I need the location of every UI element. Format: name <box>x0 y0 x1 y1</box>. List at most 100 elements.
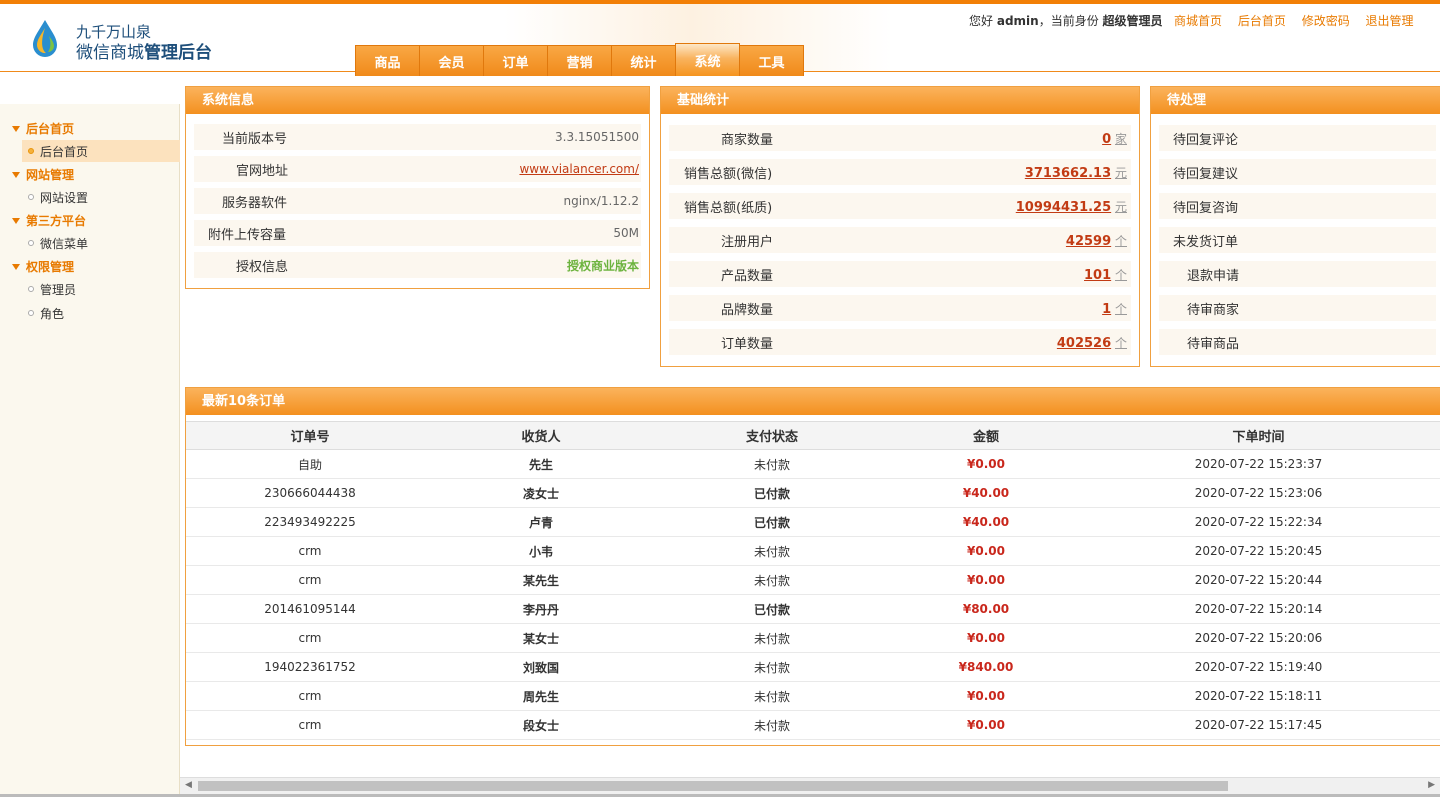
receiver-cell: 某女士 <box>434 623 648 653</box>
basic-stats-panel: 基础统计 商家数量 0 家 销售总额(微信) 3713662.13 元 销售总额… <box>660 86 1140 367</box>
order-time-cell: 2020-07-22 15:20:06 <box>1076 623 1440 653</box>
top-links: 商城首页 后台首页 修改密码 退出管理 <box>1174 12 1426 29</box>
order-time-cell: 2020-07-22 15:20:45 <box>1076 536 1440 566</box>
tab-orders[interactable]: 订单 <box>483 45 548 76</box>
receiver-cell: 凌女士 <box>434 478 648 508</box>
pay-status-cell: 未付款 <box>648 652 896 682</box>
scroll-right-icon[interactable]: ▶ <box>1428 780 1435 790</box>
amount-cell: ¥0.00 <box>896 681 1076 711</box>
stat-value[interactable]: 402526 个 <box>1057 334 1127 351</box>
header: 九千万山泉 微信商城管理后台 您好 admin，当前身份 超级管理员 商城首页 … <box>0 4 1440 76</box>
stat-value[interactable]: 0 家 <box>1102 130 1127 147</box>
tab-statistics[interactable]: 统计 <box>611 45 676 76</box>
tab-tools[interactable]: 工具 <box>739 45 804 76</box>
pending-row[interactable]: 待回复咨询 <box>1159 193 1436 219</box>
tab-products[interactable]: 商品 <box>355 45 420 76</box>
stat-row: 产品数量 101 个 <box>669 261 1131 287</box>
circle-bullet-icon <box>28 310 34 316</box>
sidebar-item-site-settings[interactable]: 网站设置 <box>22 186 180 208</box>
link-change-password[interactable]: 修改密码 <box>1302 14 1350 28</box>
stat-row: 订单数量 402526 个 <box>669 329 1131 355</box>
sidebar: 后台首页 后台首页 网站管理 网站设置 第三方平台 微信菜单 权限管理 管理员 … <box>0 104 180 797</box>
amount-cell: ¥0.00 <box>896 623 1076 653</box>
stat-value[interactable]: 1 个 <box>1102 300 1127 317</box>
link-store-home[interactable]: 商城首页 <box>1174 14 1222 28</box>
table-row: 230666044438 凌女士 已付款 ¥40.00 2020-07-22 15:23… <box>186 478 1440 508</box>
order-id-cell: crm <box>186 565 434 595</box>
pending-panel: 待处理 待回复评论 待回复建议 待回复咨询 未发货订单 退款申请 待审商家 待审… <box>1150 86 1440 367</box>
stat-value[interactable]: 101 个 <box>1084 266 1127 283</box>
sidebar-group-dashboard[interactable]: 后台首页 <box>12 120 74 137</box>
stat-row: 商家数量 0 家 <box>669 125 1131 151</box>
stat-value[interactable]: 10994431.25 元 <box>1016 198 1127 215</box>
pending-row[interactable]: 待审商品 <box>1159 329 1436 355</box>
stat-row: 品牌数量 1 个 <box>669 295 1131 321</box>
receiver-cell: 先生 <box>434 449 648 479</box>
order-time-cell: 2020-07-22 15:23:37 <box>1076 449 1440 479</box>
table-header-row: 订单号 收货人 支付状态 金额 下单时间 <box>186 421 1440 450</box>
panel-title: 基础统计 <box>661 87 1139 114</box>
circle-bullet-icon <box>28 240 34 246</box>
table-row: 自助 先生 未付款 ¥0.00 2020-07-22 15:23:37 <box>186 449 1440 479</box>
table-row: 201461095144 李丹丹 已付款 ¥80.00 2020-07-22 15:20… <box>186 594 1440 624</box>
sidebar-item-admins[interactable]: 管理员 <box>22 278 180 300</box>
order-id-cell: crm <box>186 623 434 653</box>
receiver-cell: 周先生 <box>434 681 648 711</box>
col-amount: 金额 <box>896 421 1076 450</box>
pending-row[interactable]: 退款申请 <box>1159 261 1436 287</box>
official-site-link[interactable]: www.vialancer.com/ <box>519 162 639 176</box>
tab-marketing[interactable]: 营销 <box>547 45 612 76</box>
receiver-cell: 李丹丹 <box>434 594 648 624</box>
link-admin-home[interactable]: 后台首页 <box>1238 14 1286 28</box>
table-row: crm 小韦 未付款 ¥0.00 2020-07-22 15:20:45 <box>186 536 1440 566</box>
triangle-down-icon <box>12 263 20 270</box>
order-time-cell: 2020-07-22 15:23:06 <box>1076 478 1440 508</box>
col-pay-status: 支付状态 <box>648 421 896 450</box>
info-row: 当前版本号 3.3.15051500 <box>194 124 641 150</box>
pay-status-cell: 已付款 <box>648 478 896 508</box>
order-id-cell: 230666044438 <box>186 478 434 508</box>
pending-row[interactable]: 待回复建议 <box>1159 159 1436 185</box>
scroll-left-icon[interactable]: ◀ <box>185 780 192 790</box>
tab-members[interactable]: 会员 <box>419 45 484 76</box>
pending-row[interactable]: 未发货订单 <box>1159 227 1436 253</box>
col-receiver: 收货人 <box>434 421 648 450</box>
stat-value[interactable]: 3713662.13 元 <box>1025 164 1127 181</box>
sidebar-item-wechat-menu[interactable]: 微信菜单 <box>22 232 180 254</box>
orders-table: 订单号 收货人 支付状态 金额 下单时间 自助 先生 未付款 ¥0.00 2020-07… <box>186 421 1440 740</box>
sidebar-item-roles[interactable]: 角色 <box>22 302 180 324</box>
sidebar-group-site[interactable]: 网站管理 <box>12 166 74 183</box>
pending-row[interactable]: 待审商家 <box>1159 295 1436 321</box>
order-time-cell: 2020-07-22 15:20:14 <box>1076 594 1440 624</box>
pending-row[interactable]: 待回复评论 <box>1159 125 1436 151</box>
order-time-cell: 2020-07-22 15:17:45 <box>1076 710 1440 740</box>
amount-cell: ¥80.00 <box>896 594 1076 624</box>
scrollbar-thumb[interactable] <box>198 781 1228 791</box>
pay-status-cell: 未付款 <box>648 681 896 711</box>
pay-status-cell: 未付款 <box>648 536 896 566</box>
tab-system[interactable]: 系统 <box>675 43 740 76</box>
triangle-down-icon <box>12 171 20 178</box>
order-time-cell: 2020-07-22 15:22:34 <box>1076 507 1440 537</box>
stat-value[interactable]: 42599 个 <box>1066 232 1127 249</box>
horizontal-scrollbar[interactable]: ◀ ▶ <box>180 777 1440 794</box>
sidebar-group-permissions[interactable]: 权限管理 <box>12 258 74 275</box>
link-logout[interactable]: 退出管理 <box>1366 14 1414 28</box>
pay-status-cell: 已付款 <box>648 507 896 537</box>
orders-body: 自助 先生 未付款 ¥0.00 2020-07-22 15:23:37 230666044… <box>186 449 1440 740</box>
table-row: crm 周先生 未付款 ¥0.00 2020-07-22 15:18:11 <box>186 681 1440 711</box>
order-id-cell: crm <box>186 681 434 711</box>
amount-cell: ¥40.00 <box>896 478 1076 508</box>
sidebar-group-third-party[interactable]: 第三方平台 <box>12 212 86 229</box>
order-time-cell: 2020-07-22 15:20:44 <box>1076 565 1440 595</box>
order-id-cell: 223493492225 <box>186 507 434 537</box>
info-row: 授权信息 授权商业版本 <box>194 252 641 278</box>
order-id-cell: crm <box>186 536 434 566</box>
order-id-cell: crm <box>186 710 434 740</box>
amount-cell: ¥40.00 <box>896 507 1076 537</box>
info-row: 服务器软件 nginx/1.12.2 <box>194 188 641 214</box>
panel-title: 待处理 <box>1151 87 1440 114</box>
triangle-down-icon <box>12 217 20 224</box>
circle-bullet-icon <box>28 286 34 292</box>
sidebar-item-dashboard[interactable]: 后台首页 <box>22 140 180 162</box>
